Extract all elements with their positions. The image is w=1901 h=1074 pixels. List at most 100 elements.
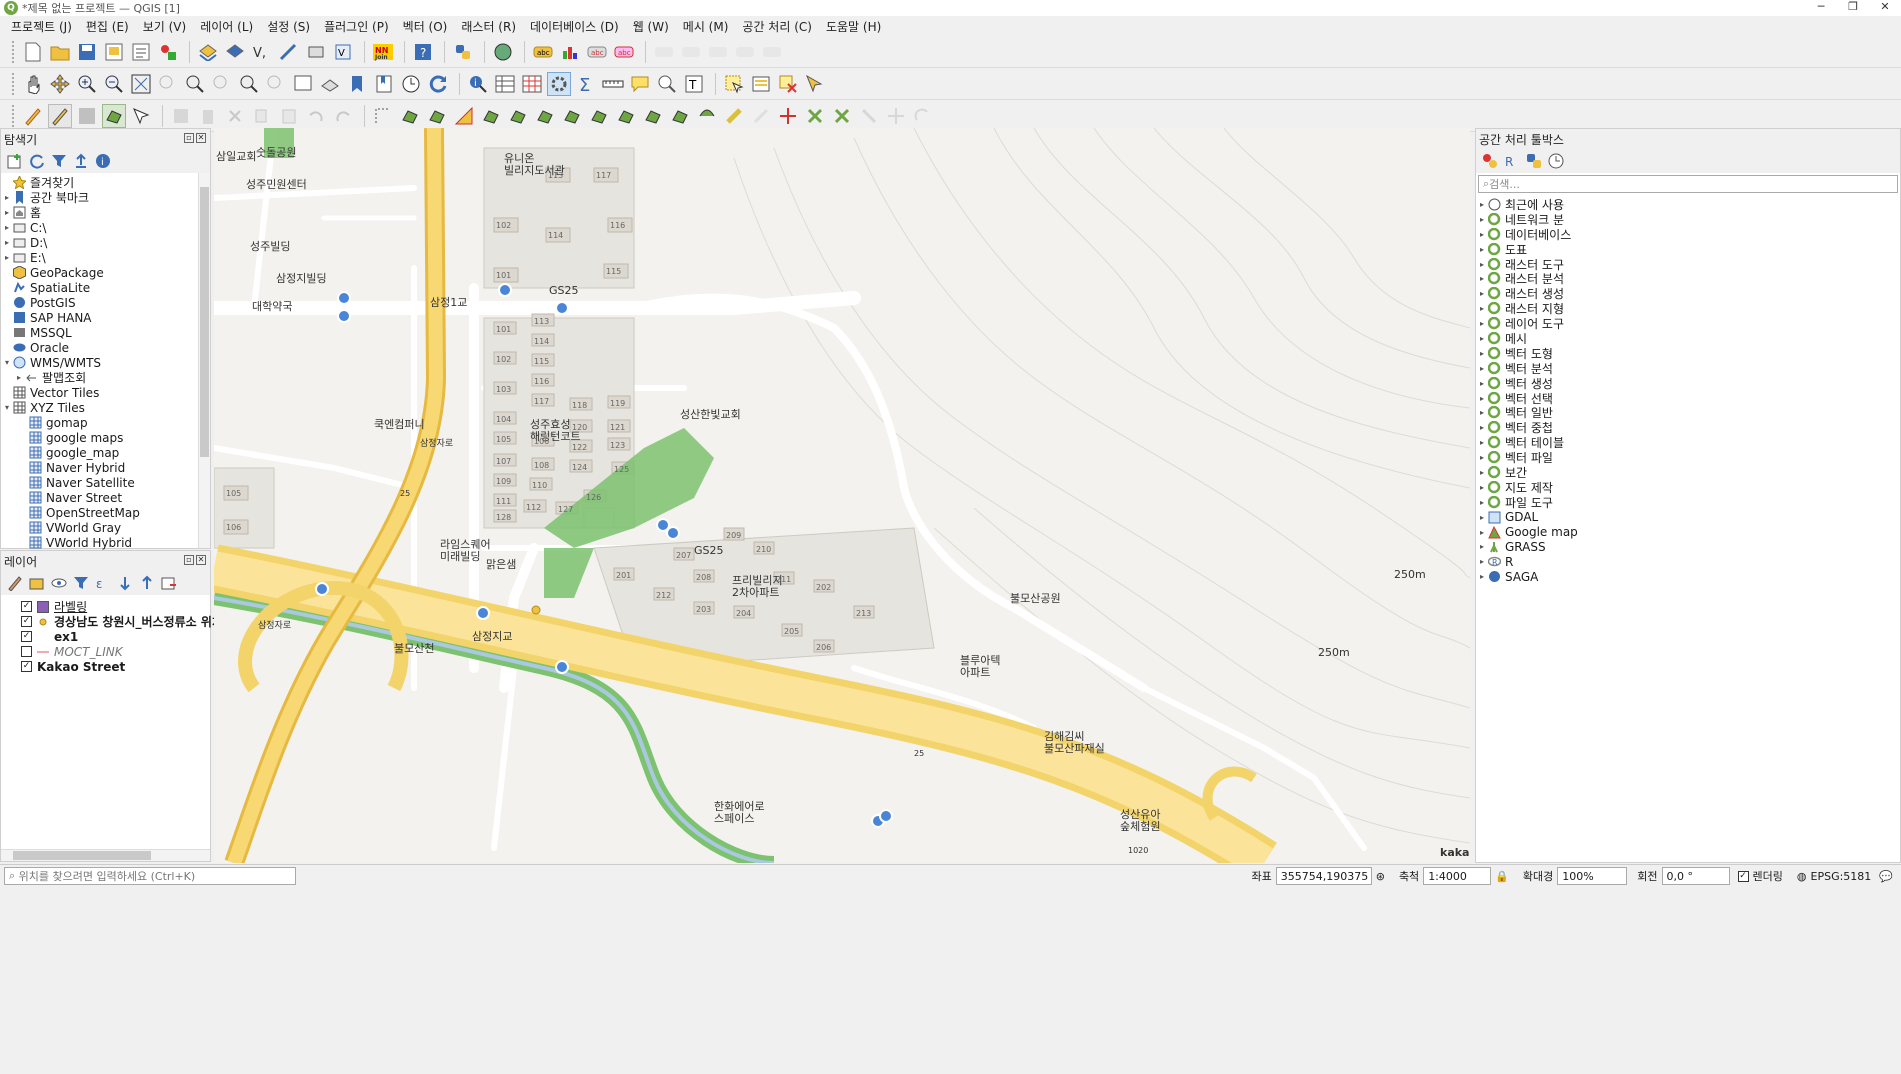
layer-visibility-checkbox[interactable]: ✓ (21, 631, 32, 642)
offset-point-symbols-icon[interactable] (776, 104, 800, 128)
measure-line-icon[interactable] (601, 72, 625, 96)
new-map-view-icon[interactable] (291, 72, 315, 96)
rotate-label-icon[interactable] (679, 40, 703, 64)
rotate-point-symbols-icon[interactable] (749, 104, 773, 128)
menu-raster[interactable]: 래스터 (R) (454, 18, 523, 35)
toolbox-item[interactable]: ▸ 벡터 분석 (1476, 361, 1900, 376)
toolbox-item[interactable]: ▸ 벡터 일반 (1476, 405, 1900, 420)
toolbox-item[interactable]: ▸ 네트워크 분 (1476, 212, 1900, 227)
browser-item-wms-layer[interactable]: ▸ 팔맵조회 (1, 370, 210, 385)
toolbox-item[interactable]: ▸ 데이터베이스 (1476, 227, 1900, 242)
layer-item[interactable]: ✓ 경상남도 창원시_버스정류소 위치정 (1, 614, 234, 629)
menu-mesh[interactable]: 메시 (M) (676, 18, 736, 35)
toolbox-item[interactable]: ▸ 레이어 도구 (1476, 316, 1900, 331)
toolbox-item[interactable]: ▸ 래스터 생성 (1476, 286, 1900, 301)
toolbox-item[interactable]: ▸ 래스터 도구 (1476, 257, 1900, 271)
toolbox-item[interactable]: ▸ 최근에 사용 (1476, 197, 1900, 212)
browser-item-xyz[interactable]: google_map (1, 445, 210, 460)
digitize-shape-icon[interactable] (371, 104, 395, 128)
manage-visibility-icon[interactable] (51, 575, 67, 591)
menu-web[interactable]: 웹 (W) (626, 18, 676, 35)
zoom-to-layer-icon[interactable] (183, 72, 207, 96)
add-delimited-text-icon[interactable]: V, (250, 40, 274, 64)
move-feature-icon[interactable] (884, 104, 908, 128)
expand-all-icon[interactable] (117, 575, 133, 591)
browser-item-xyz-tiles[interactable]: ▾ XYZ Tiles (1, 400, 210, 415)
reverse-line-icon[interactable] (614, 104, 638, 128)
browser-item-drive-c[interactable]: ▸ C:\ (1, 220, 210, 235)
toolbox-item[interactable]: ▸ 보간 (1476, 465, 1900, 480)
browser-item-favorites[interactable]: 즐겨찾기 (1, 175, 210, 190)
menu-settings[interactable]: 설정 (S) (260, 18, 317, 35)
layer-visibility-checkbox[interactable] (21, 646, 32, 657)
statistical-summary-icon[interactable] (520, 72, 544, 96)
map-tips-icon[interactable] (628, 72, 652, 96)
label-callout-icon[interactable] (760, 40, 784, 64)
zoom-next-icon[interactable] (264, 72, 288, 96)
map-canvas[interactable]: 삼일교회 숫돌공원 유니온 빌리지도서관 성주민원센터 성주빌딩 삼정지빌딩 대학… (214, 128, 1470, 863)
menu-edit[interactable]: 편집 (E) (79, 18, 136, 35)
modify-attributes-icon[interactable] (169, 104, 193, 128)
browser-item-oracle[interactable]: Oracle (1, 340, 210, 355)
menu-plugins[interactable]: 플러그인 (P) (317, 18, 396, 35)
toggle-editing-icon[interactable] (48, 103, 72, 128)
browser-item-xyz[interactable]: gomap (1, 415, 210, 430)
add-feature-icon[interactable] (102, 103, 126, 128)
toolbox-item[interactable]: ▸ 벡터 선택 (1476, 391, 1900, 405)
add-selected-layers-icon[interactable] (7, 153, 23, 169)
style-layer-icon[interactable] (7, 575, 23, 592)
layer-visibility-checkbox[interactable]: ✓ (21, 661, 32, 672)
menu-vector[interactable]: 벡터 (O) (396, 18, 455, 35)
browser-item-xyz[interactable]: VWorld Gray (1, 520, 210, 535)
toolbox-item[interactable]: ▸ 래스터 지형 (1476, 301, 1900, 316)
pan-to-selection-icon[interactable] (48, 72, 72, 96)
add-wms-layer-icon[interactable] (277, 40, 301, 64)
menu-view[interactable]: 보기 (V) (136, 18, 193, 35)
close-icon[interactable]: ✕ (196, 133, 206, 143)
toolbox-item[interactable]: ▸ R R (1476, 554, 1900, 569)
toolbox-item[interactable]: ▸ 벡터 파일 (1476, 450, 1900, 465)
menu-processing[interactable]: 공간 처리 (C) (735, 18, 819, 35)
browser-item-wms-wmts[interactable]: ▾ WMS/WMTS (1, 355, 210, 370)
zoom-native-icon[interactable] (210, 72, 234, 96)
trim-extend-icon[interactable] (803, 104, 827, 128)
add-virtual-layer-icon[interactable] (304, 40, 328, 64)
save-project-icon[interactable] (75, 40, 99, 64)
browser-item-xyz[interactable]: google maps (1, 430, 210, 445)
help-icon[interactable]: ? (411, 40, 435, 64)
toolbox-item[interactable]: ▸ 벡터 중첩 (1476, 420, 1900, 435)
new-bookmark-icon[interactable] (345, 72, 369, 96)
add-raster-layer-icon[interactable] (223, 40, 247, 64)
diagram-icon[interactable] (558, 40, 582, 64)
remove-layer-icon[interactable] (161, 575, 177, 591)
deselect-features-icon[interactable] (776, 72, 800, 96)
properties-icon[interactable]: i (95, 153, 111, 169)
toolbox-item[interactable]: ▸ GRASS (1476, 539, 1900, 554)
browser-scrollbar[interactable] (198, 173, 210, 548)
coordinate-toggle-icon[interactable]: ⊛ (1376, 870, 1385, 883)
open-attribute-table-icon[interactable] (493, 72, 517, 96)
browser-item-xyz[interactable]: VWorld Hybrid (1, 535, 210, 550)
browser-item-xyz[interactable]: OpenStreetMap (1, 505, 210, 520)
toolbar-grip[interactable] (12, 104, 15, 127)
locator-search-input[interactable]: ⌕ 위치를 찾으려면 입력하세요 (Ctrl+K) (4, 867, 296, 885)
rotation-spinbox[interactable]: 0,0 ° (1661, 867, 1730, 885)
layer-item[interactable]: ✓ ex1 (1, 629, 210, 644)
paste-features-icon[interactable] (277, 104, 301, 128)
toolbox-item[interactable]: ▸ 벡터 생성 (1476, 376, 1900, 391)
add-vector-layer-icon[interactable] (196, 40, 220, 64)
select-location-icon[interactable] (803, 72, 827, 96)
new-print-layout-icon[interactable] (102, 40, 126, 64)
temporal-controller-icon[interactable] (399, 72, 423, 96)
current-edits-icon[interactable] (21, 104, 45, 128)
menu-project[interactable]: 프로젝트 (J) (4, 18, 79, 35)
toolbox-item[interactable]: ▸ 도표 (1476, 242, 1900, 257)
browser-item-postgis[interactable]: PostGIS (1, 295, 210, 310)
menu-database[interactable]: 데이터베이스 (D) (523, 18, 626, 35)
move-label-icon[interactable] (652, 40, 676, 64)
zoom-last-icon[interactable] (237, 72, 261, 96)
render-checkbox[interactable]: ✓ (1737, 870, 1749, 882)
layers-hscrollbar[interactable] (1, 849, 210, 861)
select-by-value-icon[interactable] (749, 72, 773, 96)
zoom-to-selection-icon[interactable] (156, 72, 180, 96)
